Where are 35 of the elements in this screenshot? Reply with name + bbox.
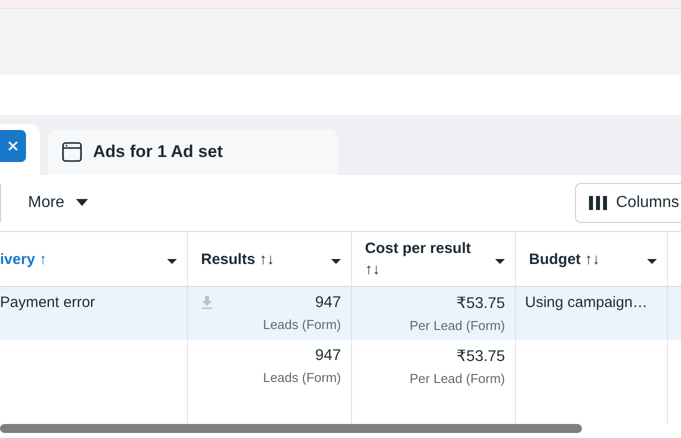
column-title: Results ↑↓ bbox=[201, 250, 274, 270]
table-cell-caption: Per Lead (Form) bbox=[410, 371, 505, 386]
close-icon bbox=[7, 140, 19, 152]
more-dropdown[interactable]: More bbox=[28, 188, 88, 218]
table-cell: ₹53.75 bbox=[456, 294, 505, 313]
column-title: Budget ↑↓ bbox=[529, 250, 600, 270]
column-title: ivery ↑ bbox=[0, 250, 47, 270]
column-header[interactable]: Budget ↑↓ bbox=[516, 232, 668, 286]
column-header[interactable]: ivery ↑ bbox=[0, 232, 188, 286]
table-cell: ₹53.75 bbox=[456, 347, 505, 366]
columns-button[interactable]: Columns bbox=[575, 183, 681, 223]
column-header[interactable]: Cost per result ↑↓ bbox=[352, 232, 516, 286]
columns-icon bbox=[589, 196, 607, 210]
table-cell: 947 bbox=[315, 347, 341, 365]
scrollbar[interactable] bbox=[0, 424, 582, 433]
table-cell: 947 bbox=[315, 294, 341, 312]
table-cell: Payment error bbox=[0, 294, 96, 311]
close-button[interactable] bbox=[0, 130, 26, 162]
column-title: Cost per result ↑↓ bbox=[365, 239, 472, 280]
tab-label: Ads for 1 Ad set bbox=[93, 142, 223, 162]
caret-icon bbox=[76, 199, 88, 207]
table-cell-caption: Leads (Form) bbox=[262, 317, 341, 332]
column-header[interactable]: Results ↑↓ bbox=[188, 232, 352, 286]
caret-icon bbox=[331, 259, 341, 265]
table-cell-caption: Leads (Form) bbox=[262, 370, 341, 385]
caret-icon bbox=[495, 259, 505, 265]
table-cell: Using campaign… bbox=[525, 294, 648, 311]
tab[interactable] bbox=[0, 124, 40, 175]
table-row[interactable]: Payment error 947 Leads (Form) ₹53.75 Per Lead (Form) Using campaign… bbox=[0, 287, 681, 340]
window-icon bbox=[62, 142, 82, 162]
download-icon bbox=[201, 296, 213, 309]
caret-icon bbox=[647, 259, 657, 265]
caret-icon bbox=[167, 259, 177, 265]
tab[interactable]: Ads for 1 Ad set bbox=[48, 129, 338, 175]
table-cell-caption: Per Lead (Form) bbox=[410, 318, 505, 333]
